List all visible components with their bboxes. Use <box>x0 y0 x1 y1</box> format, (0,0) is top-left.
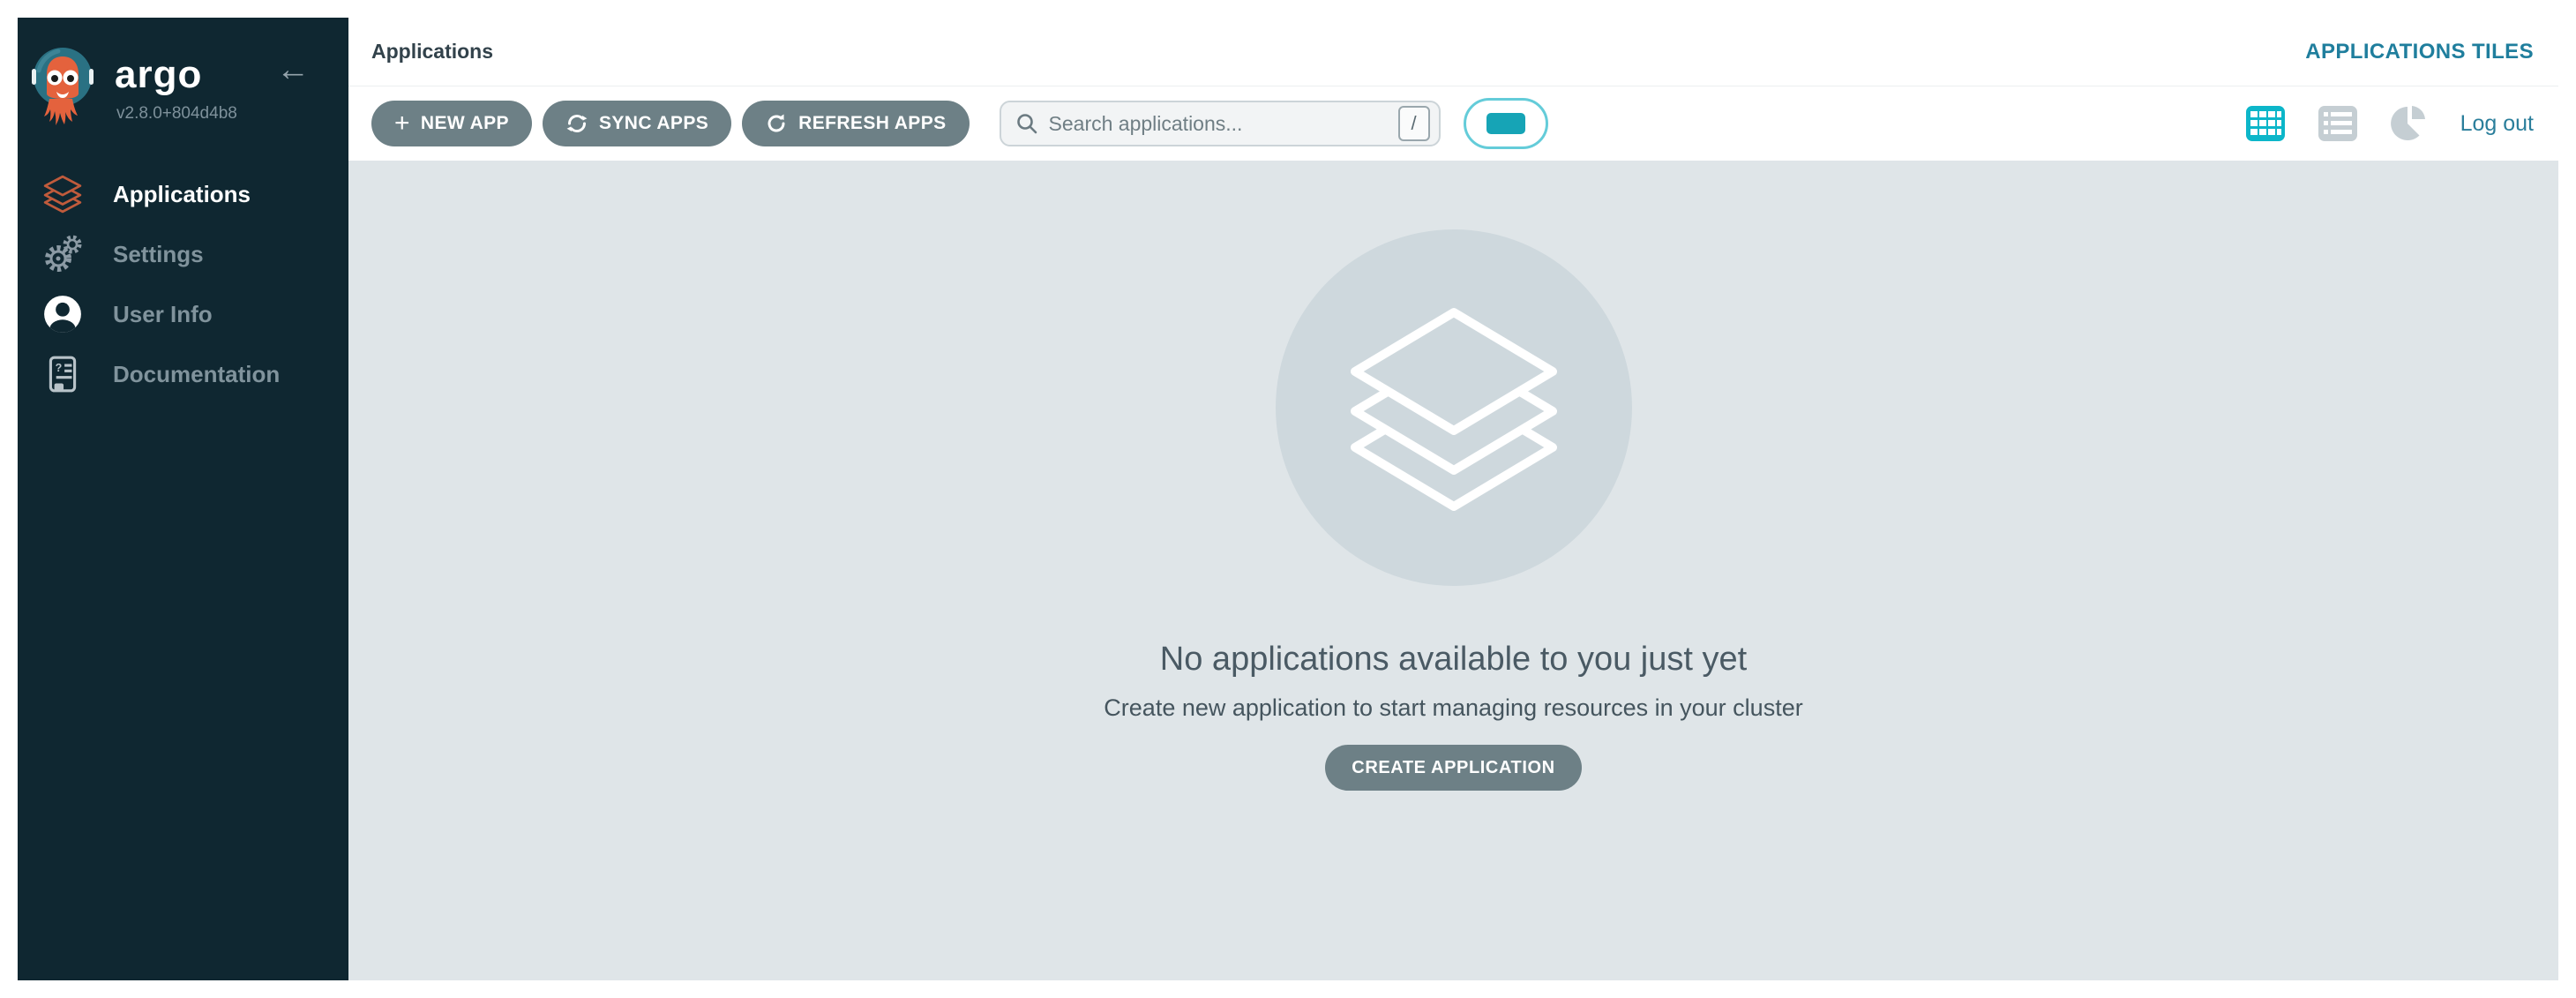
empty-state-title: No applications available to you just ye… <box>1160 641 1747 679</box>
slash-key-badge: / <box>1398 106 1430 141</box>
tiles-view-icon[interactable] <box>2245 105 2286 142</box>
plus-icon: + <box>394 110 410 137</box>
user-icon <box>42 294 83 334</box>
collapse-arrow-icon[interactable]: ← <box>276 53 310 86</box>
docs-icon: ? <box>42 354 83 394</box>
view-mode-label[interactable]: APPLICATIONS TILES <box>2305 40 2534 64</box>
sidebar-item-settings[interactable]: Settings <box>18 224 348 284</box>
empty-state-circle <box>1276 229 1632 586</box>
sidebar-item-label: User Info <box>113 301 213 328</box>
search-box: / <box>1000 101 1441 146</box>
argo-cd-window: argo v2.8.0+804d4b8 ← Applications <box>18 18 2558 980</box>
toolbar: + NEW APP SYNC APPS <box>348 86 2558 161</box>
search-icon <box>1015 112 1038 135</box>
sidebar-item-user-info[interactable]: User Info <box>18 284 348 344</box>
toolbar-right: Log out <box>2245 104 2534 143</box>
sidebar: argo v2.8.0+804d4b8 ← Applications <box>18 18 348 980</box>
version-label: v2.8.0+804d4b8 <box>116 104 237 124</box>
filter-toggle-button[interactable] <box>1464 98 1548 149</box>
octopus-logo-icon <box>32 46 94 139</box>
search-input[interactable] <box>1049 112 1398 136</box>
logout-link[interactable]: Log out <box>2460 111 2534 137</box>
filter-toggle-icon <box>1486 113 1525 134</box>
sidebar-nav: Applications Settings <box>18 164 348 404</box>
logo-wordmark: argo <box>115 53 202 97</box>
svg-text:?: ? <box>56 362 63 374</box>
gears-icon <box>42 234 83 274</box>
layers-icon <box>42 174 83 214</box>
sidebar-item-label: Documentation <box>113 361 280 388</box>
sidebar-item-documentation[interactable]: ? Documentation <box>18 344 348 404</box>
refresh-icon <box>765 112 788 135</box>
new-app-button[interactable]: + NEW APP <box>371 101 532 146</box>
logo-row: argo v2.8.0+804d4b8 ← <box>18 18 348 141</box>
list-view-icon[interactable] <box>2318 105 2358 142</box>
refresh-apps-button[interactable]: REFRESH APPS <box>742 101 969 146</box>
top-bar: Applications APPLICATIONS TILES <box>348 18 2558 86</box>
sync-icon <box>565 112 588 135</box>
page-title: Applications <box>371 40 493 64</box>
pie-view-icon[interactable] <box>2390 104 2429 143</box>
sidebar-item-label: Settings <box>113 241 204 268</box>
empty-layers-icon <box>1346 304 1561 512</box>
main-area: Applications APPLICATIONS TILES + NEW AP… <box>348 18 2558 980</box>
sync-apps-button[interactable]: SYNC APPS <box>543 101 731 146</box>
sidebar-item-label: Applications <box>113 181 251 208</box>
create-application-button[interactable]: CREATE APPLICATION <box>1325 745 1581 791</box>
sidebar-item-applications[interactable]: Applications <box>18 164 348 224</box>
empty-state-subtitle: Create new application to start managing… <box>1104 694 1802 722</box>
content-area: No applications available to you just ye… <box>348 161 2558 980</box>
